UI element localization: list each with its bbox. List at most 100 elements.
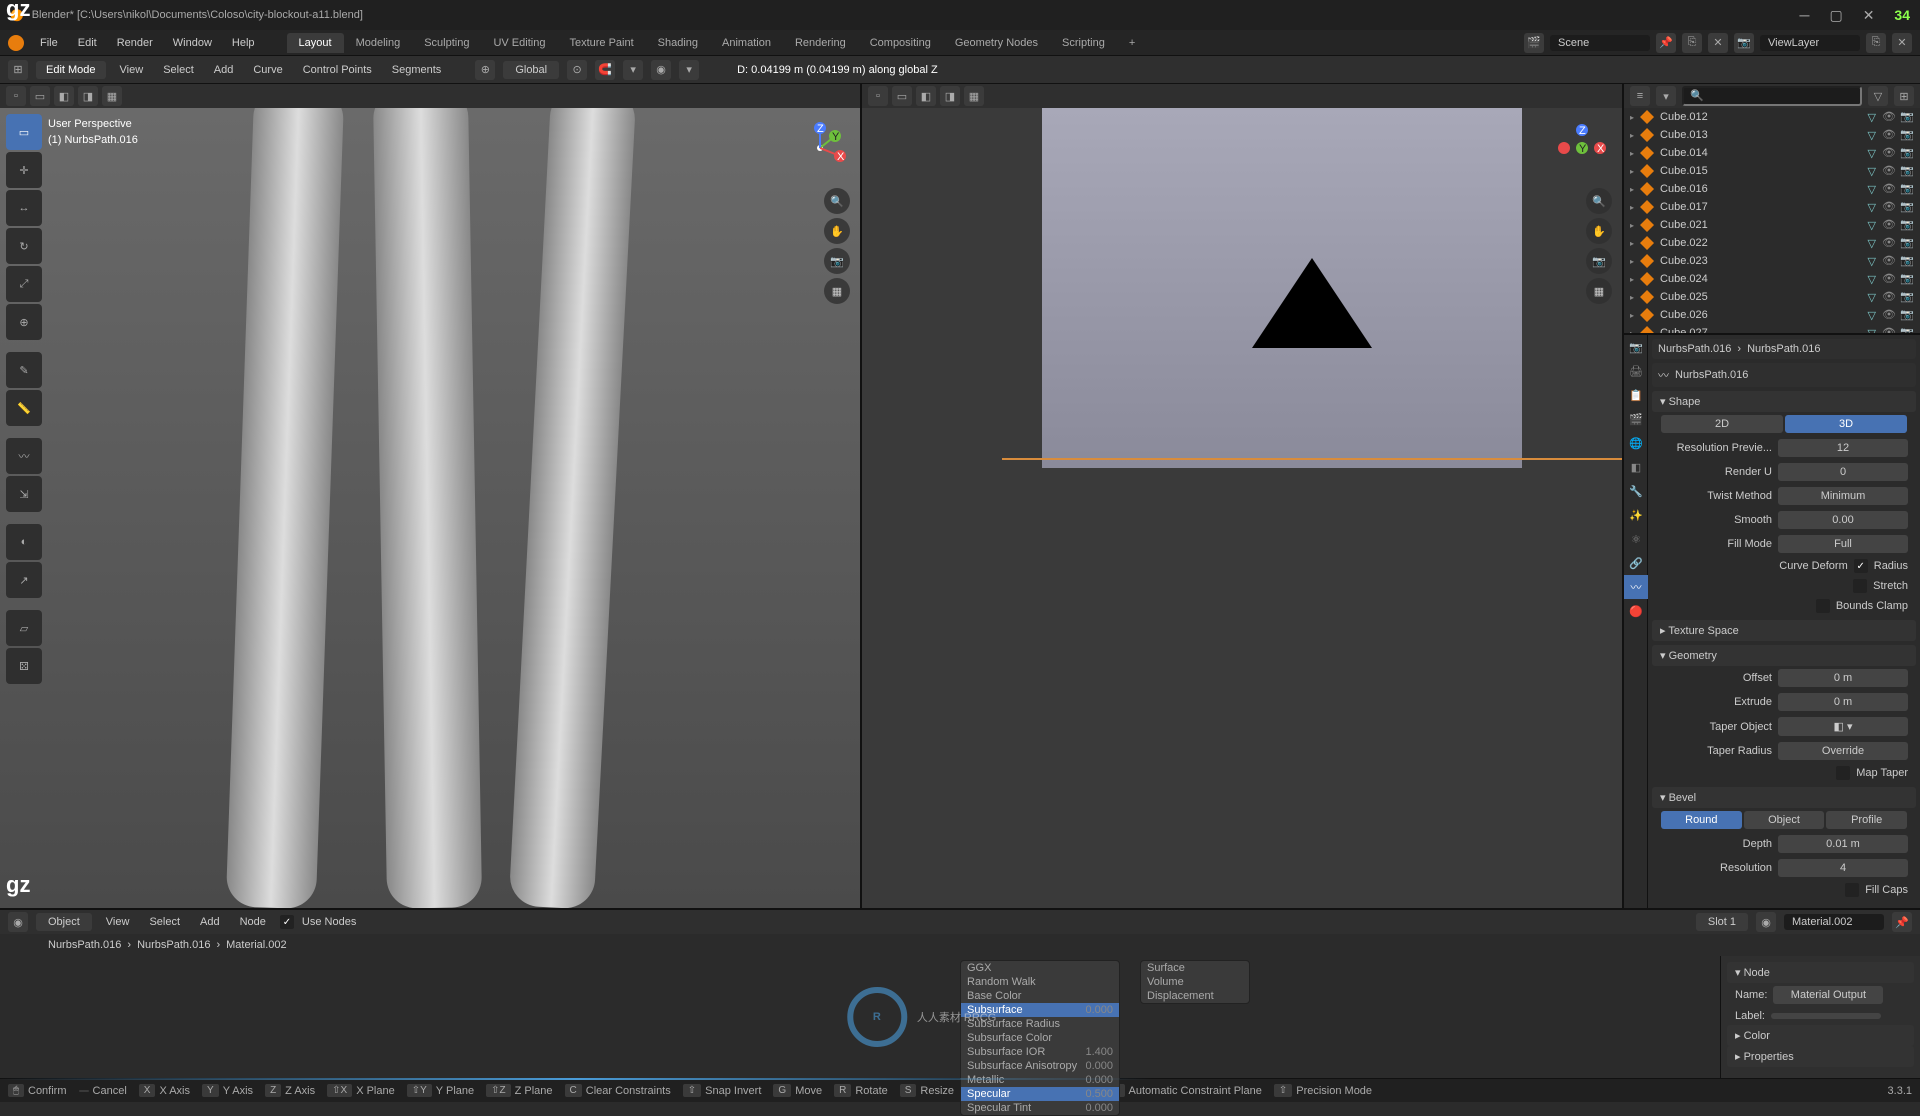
prop-tab-world[interactable]: 🌐 <box>1624 431 1648 455</box>
node-breadcrumb-2[interactable]: NurbsPath.016 <box>137 939 210 951</box>
bevel-header[interactable]: ▾ Bevel <box>1652 787 1916 808</box>
proportional-icon[interactable]: ◉ <box>651 60 671 80</box>
proportional-type-icon[interactable]: ▾ <box>679 60 699 80</box>
eye-icon[interactable]: 👁 <box>1882 164 1896 178</box>
tab-sculpting[interactable]: Sculpting <box>412 33 481 53</box>
tool-rotate[interactable]: ↻ <box>6 228 42 264</box>
expand-icon[interactable]: ▸ <box>1630 221 1634 230</box>
object-name[interactable]: Cube.024 <box>1660 273 1862 285</box>
tab-animation[interactable]: Animation <box>710 33 783 53</box>
minimize-button[interactable]: ─ <box>1800 7 1810 23</box>
nav-gizmo[interactable]: YZX <box>790 118 850 178</box>
object-name[interactable]: Cube.015 <box>1660 165 1862 177</box>
object-name[interactable]: Cube.026 <box>1660 309 1862 321</box>
prop-tab-modifiers[interactable]: 🔧 <box>1624 479 1648 503</box>
camera-vis-icon[interactable]: 📷 <box>1900 272 1914 286</box>
tool-scale[interactable]: ⤢ <box>6 266 42 302</box>
menu-help[interactable]: Help <box>224 34 263 52</box>
vp-select-mode-3-icon[interactable]: ◧ <box>54 86 74 106</box>
tool-tilt[interactable]: ↗ <box>6 562 42 598</box>
maximize-button[interactable]: ▢ <box>1829 7 1842 24</box>
expand-icon[interactable]: ▸ <box>1630 149 1634 158</box>
viewport-left-content[interactable]: ▭ ✛ ↔ ↻ ⤢ ⊕ ✎ 📏 〰 ⇲ ◐ ↗ ▱ <box>0 108 860 908</box>
node-socket[interactable]: GGX <box>961 961 1119 975</box>
nav-pan-icon[interactable]: ✋ <box>824 218 850 244</box>
prop-tab-render[interactable]: 📷 <box>1624 335 1648 359</box>
texture-space-header[interactable]: ▸ Texture Space <box>1652 620 1916 641</box>
vp-select-mode-2-icon[interactable]: ▭ <box>30 86 50 106</box>
taper-radius-value[interactable]: Override <box>1778 742 1908 760</box>
tool-extrude[interactable]: ⇲ <box>6 476 42 512</box>
datablock-name-field[interactable]: NurbsPath.016 <box>1675 369 1748 381</box>
eye-icon[interactable]: 👁 <box>1882 110 1896 124</box>
fill-caps-checkbox[interactable] <box>1845 883 1859 897</box>
outliner-filter-icon[interactable]: ▽ <box>1868 86 1888 106</box>
tool-move[interactable]: ↔ <box>6 190 42 226</box>
bevel-profile[interactable]: Profile <box>1826 811 1907 829</box>
node-socket[interactable]: Subsurface IOR1.400 <box>961 1045 1119 1059</box>
vp-r-select-mode-1-icon[interactable]: ▫ <box>868 86 888 106</box>
object-name[interactable]: Cube.021 <box>1660 219 1862 231</box>
tab-uv[interactable]: UV Editing <box>481 33 557 53</box>
orientation-icon[interactable]: ⊕ <box>475 60 495 80</box>
node-socket[interactable]: Metallic0.000 <box>961 1073 1119 1087</box>
node-shader-type[interactable]: Object <box>36 913 92 931</box>
outliner-item[interactable]: ▸ Cube.024 ▽ 👁 📷 <box>1624 270 1920 288</box>
node-editor-type-icon[interactable]: ◉ <box>8 912 28 932</box>
material-browse-icon[interactable]: ◉ <box>1756 912 1776 932</box>
bevel-object[interactable]: Object <box>1744 811 1825 829</box>
nav-r-pan-icon[interactable]: ✋ <box>1586 218 1612 244</box>
datablock-name[interactable]: 〰 NurbsPath.016 <box>1652 363 1916 387</box>
socket-value[interactable]: 1.400 <box>1085 1046 1113 1058</box>
node-socket[interactable]: Displacement <box>1141 989 1249 1003</box>
pivot-icon[interactable]: ⊙ <box>567 60 587 80</box>
breadcrumb-2[interactable]: NurbsPath.016 <box>1747 343 1820 355</box>
node-socket[interactable]: Volume <box>1141 975 1249 989</box>
vp-select-mode-4-icon[interactable]: ◨ <box>78 86 98 106</box>
eye-icon[interactable]: 👁 <box>1882 128 1896 142</box>
snap-icon[interactable]: 🧲 <box>595 60 615 80</box>
object-name[interactable]: Cube.016 <box>1660 183 1862 195</box>
expand-icon[interactable]: ▸ <box>1630 131 1634 140</box>
expand-icon[interactable]: ▸ <box>1630 167 1634 176</box>
prop-tab-scene[interactable]: 🎬 <box>1624 407 1648 431</box>
scene-pin-icon[interactable]: 📌 <box>1656 33 1676 53</box>
snap-type-icon[interactable]: ▾ <box>623 60 643 80</box>
camera-vis-icon[interactable]: 📷 <box>1900 200 1914 214</box>
eye-icon[interactable]: 👁 <box>1882 254 1896 268</box>
node-output[interactable]: SurfaceVolumeDisplacement <box>1140 960 1250 1004</box>
tool-cursor[interactable]: ✛ <box>6 152 42 188</box>
vp-select-mode-1-icon[interactable]: ▫ <box>6 86 26 106</box>
outliner-new-collection-icon[interactable]: ⊞ <box>1894 86 1914 106</box>
tb-segments[interactable]: Segments <box>386 62 448 78</box>
scene-browse-icon[interactable]: 🎬 <box>1524 33 1544 53</box>
eye-icon[interactable]: 👁 <box>1882 308 1896 322</box>
outliner-item[interactable]: ▸ Cube.014 ▽ 👁 📷 <box>1624 144 1920 162</box>
vp-r-select-mode-3-icon[interactable]: ◧ <box>916 86 936 106</box>
nav-r-zoom-icon[interactable]: 🔍 <box>1586 188 1612 214</box>
tab-modeling[interactable]: Modeling <box>344 33 413 53</box>
node-breadcrumb-3[interactable]: Material.002 <box>226 939 287 951</box>
tool-transform[interactable]: ⊕ <box>6 304 42 340</box>
viewlayer-delete-icon[interactable]: ✕ <box>1892 33 1912 53</box>
vp-select-mode-5-icon[interactable]: ▦ <box>102 86 122 106</box>
node-socket[interactable]: Specular Tint0.000 <box>961 1101 1119 1115</box>
socket-value[interactable]: 0.000 <box>1085 1060 1113 1072</box>
expand-icon[interactable]: ▸ <box>1630 113 1634 122</box>
eye-icon[interactable]: 👁 <box>1882 146 1896 160</box>
outliner-item[interactable]: ▸ Cube.022 ▽ 👁 📷 <box>1624 234 1920 252</box>
object-name[interactable]: Cube.025 <box>1660 291 1862 303</box>
shape-header[interactable]: ▾ Shape <box>1652 391 1916 412</box>
tool-select[interactable]: ▭ <box>6 114 42 150</box>
object-name[interactable]: Cube.023 <box>1660 255 1862 267</box>
socket-value[interactable]: 0.000 <box>1085 1102 1113 1114</box>
scene-name[interactable]: Scene <box>1550 35 1650 51</box>
shape-2d[interactable]: 2D <box>1661 415 1783 433</box>
prop-tab-output[interactable]: 🖨 <box>1624 359 1648 383</box>
node-node[interactable]: Node <box>234 914 272 930</box>
render-u-value[interactable]: 0 <box>1778 463 1908 481</box>
eye-icon[interactable]: 👁 <box>1882 236 1896 250</box>
vp-r-select-mode-5-icon[interactable]: ▦ <box>964 86 984 106</box>
camera-vis-icon[interactable]: 📷 <box>1900 308 1914 322</box>
vp-r-select-mode-2-icon[interactable]: ▭ <box>892 86 912 106</box>
